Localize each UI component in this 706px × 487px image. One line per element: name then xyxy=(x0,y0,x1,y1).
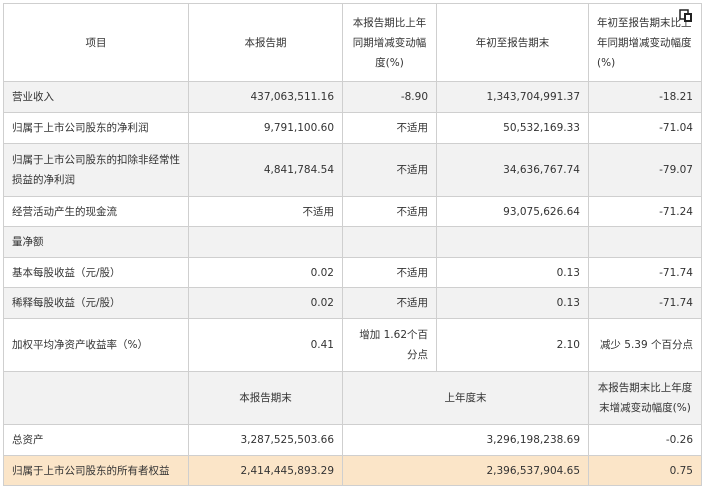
ytd-value: 0.13 xyxy=(436,287,589,319)
header-prev-year-end: 上年度末 xyxy=(342,371,589,425)
row-label: 营业收入 xyxy=(3,81,189,113)
table-row: 量净额 xyxy=(3,226,702,258)
table-row: 经营活动产生的现金流 不适用 不适用 93,075,626.64 -71.24 xyxy=(3,196,702,227)
period-end-value: 3,287,525,503.66 xyxy=(188,424,343,456)
yoy-value: 不适用 xyxy=(342,112,437,144)
balance-header-row: 本报告期末 上年度末 本报告期末比上年度末增减变动幅度(%) xyxy=(3,371,702,425)
row-label: 归属于上市公司股东的所有者权益 xyxy=(3,455,189,486)
change-value: -0.26 xyxy=(588,424,702,456)
ytd-value: 34,636,767.74 xyxy=(436,143,589,197)
current-value: 9,791,100.60 xyxy=(188,112,343,144)
current-value: 不适用 xyxy=(188,196,343,227)
table-row: 基本每股收益（元/股） 0.02 不适用 0.13 -71.74 xyxy=(3,257,702,288)
prev-year-end-value: 2,396,537,904.65 xyxy=(342,455,589,486)
row-label: 稀释每股收益（元/股） xyxy=(3,287,189,319)
table-row-highlighted: 归属于上市公司股东的所有者权益 2,414,445,893.29 2,396,5… xyxy=(3,455,702,486)
ytd-value: 2.10 xyxy=(436,318,589,372)
financial-summary-table: 项目 本报告期 本报告期比上年同期增减变动幅度(%) 年初至报告期末 年初至报告… xyxy=(3,3,702,486)
ytd-yoy-value: -71.04 xyxy=(588,112,702,144)
table-row: 稀释每股收益（元/股） 0.02 不适用 0.13 -71.74 xyxy=(3,287,702,319)
current-value xyxy=(188,226,343,258)
header-change: 本报告期末比上年度末增减变动幅度(%) xyxy=(588,371,702,425)
period-end-value: 2,414,445,893.29 xyxy=(188,455,343,486)
row-label: 加权平均净资产收益率（%） xyxy=(3,318,189,372)
yoy-value: 不适用 xyxy=(342,196,437,227)
current-value: 4,841,784.54 xyxy=(188,143,343,197)
current-value: 0.02 xyxy=(188,257,343,288)
header-current-period: 本报告期 xyxy=(188,3,343,82)
current-value: 0.02 xyxy=(188,287,343,319)
table-row: 总资产 3,287,525,503.66 3,296,198,238.69 -0… xyxy=(3,424,702,456)
ytd-yoy-value xyxy=(588,226,702,258)
yoy-value: 不适用 xyxy=(342,257,437,288)
table-row: 加权平均净资产收益率（%） 0.41 增加 1.62个百分点 2.10 减少 5… xyxy=(3,318,702,372)
row-label: 基本每股收益（元/股） xyxy=(3,257,189,288)
yoy-value: -8.90 xyxy=(342,81,437,113)
row-label: 归属于上市公司股东的扣除非经常性损益的净利润 xyxy=(3,143,189,197)
header-item: 项目 xyxy=(3,3,189,82)
ytd-yoy-value: -71.24 xyxy=(588,196,702,227)
yoy-value: 不适用 xyxy=(342,143,437,197)
header-row: 项目 本报告期 本报告期比上年同期增减变动幅度(%) 年初至报告期末 年初至报告… xyxy=(3,3,702,82)
ytd-yoy-value: -71.74 xyxy=(588,287,702,319)
ytd-value: 50,532,169.33 xyxy=(436,112,589,144)
header-current-yoy: 本报告期比上年同期增减变动幅度(%) xyxy=(342,3,437,82)
copy-icon[interactable] xyxy=(679,9,693,23)
ytd-yoy-value: 减少 5.39 个百分点 xyxy=(588,318,702,372)
change-value: 0.75 xyxy=(588,455,702,486)
row-label: 经营活动产生的现金流 xyxy=(3,196,189,227)
ytd-yoy-value: -18.21 xyxy=(588,81,702,113)
current-value: 437,063,511.16 xyxy=(188,81,343,113)
ytd-yoy-value: -71.74 xyxy=(588,257,702,288)
yoy-value: 不适用 xyxy=(342,287,437,319)
yoy-value xyxy=(342,226,437,258)
header-period-end: 本报告期末 xyxy=(188,371,343,425)
table-row: 归属于上市公司股东的净利润 9,791,100.60 不适用 50,532,16… xyxy=(3,112,702,144)
empty-header-cell xyxy=(3,371,189,425)
header-ytd: 年初至报告期末 xyxy=(436,3,589,82)
row-label: 总资产 xyxy=(3,424,189,456)
ytd-yoy-value: -79.07 xyxy=(588,143,702,197)
ytd-value: 93,075,626.64 xyxy=(436,196,589,227)
row-label: 量净额 xyxy=(3,226,189,258)
ytd-value: 1,343,704,991.37 xyxy=(436,81,589,113)
table-row: 营业收入 437,063,511.16 -8.90 1,343,704,991.… xyxy=(3,81,702,113)
ytd-value xyxy=(436,226,589,258)
prev-year-end-value: 3,296,198,238.69 xyxy=(342,424,589,456)
ytd-value: 0.13 xyxy=(436,257,589,288)
row-label: 归属于上市公司股东的净利润 xyxy=(3,112,189,144)
current-value: 0.41 xyxy=(188,318,343,372)
table-row: 归属于上市公司股东的扣除非经常性损益的净利润 4,841,784.54 不适用 … xyxy=(3,143,702,197)
yoy-value: 增加 1.62个百分点 xyxy=(342,318,437,372)
